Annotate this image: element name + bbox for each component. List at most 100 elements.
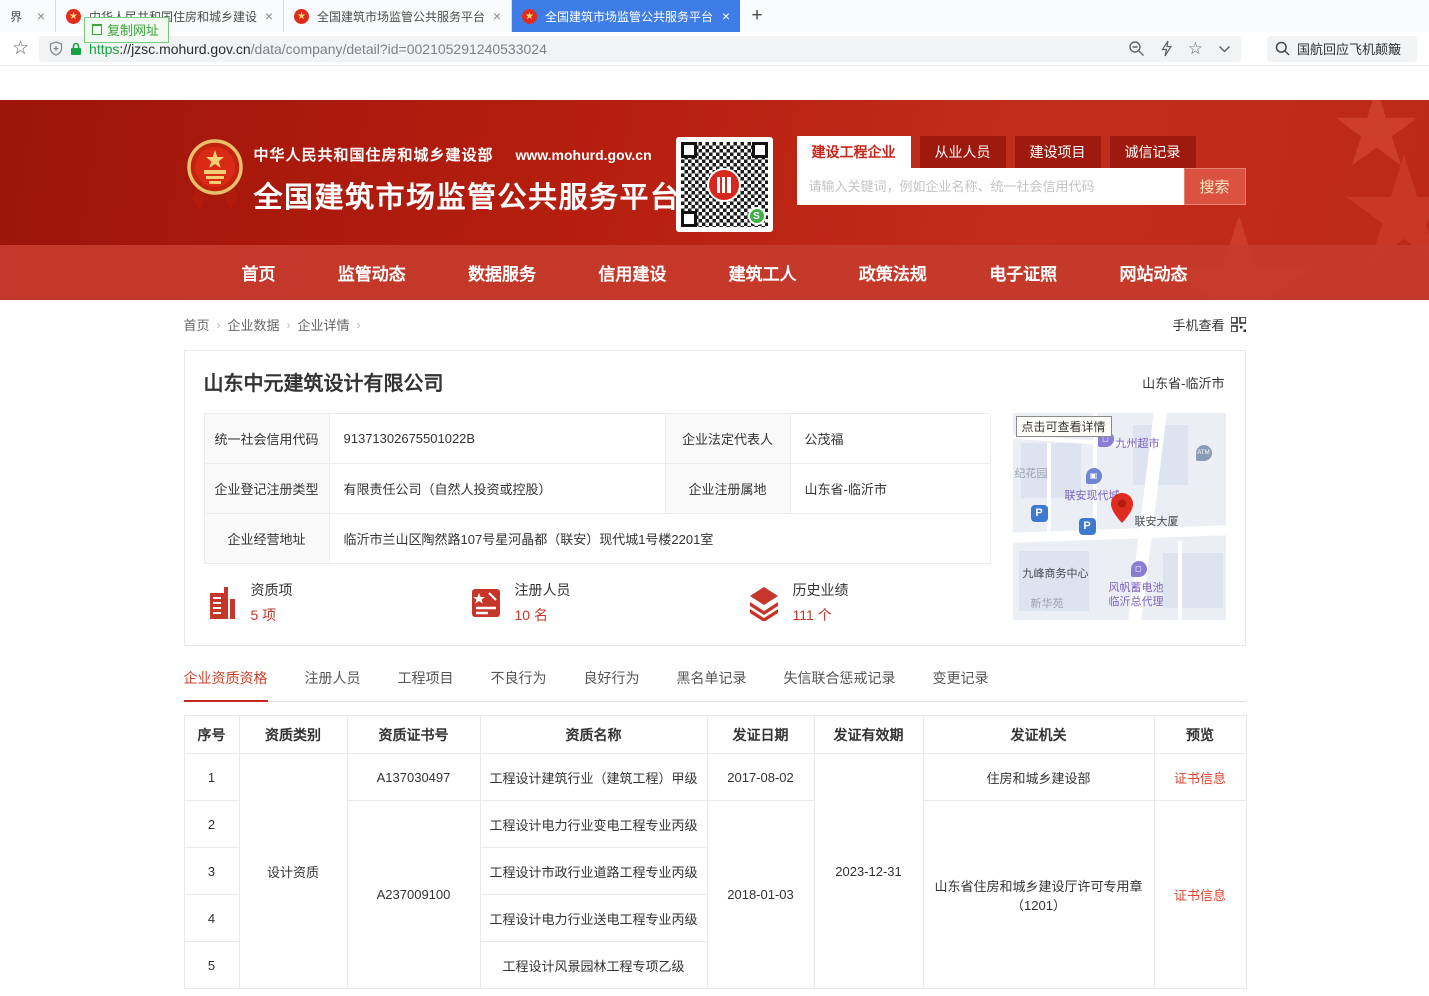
close-icon[interactable]: × — [722, 8, 730, 24]
map-preview[interactable]: 点击可查看详情 ◻ 九州超市 ATM 纪花园 ▣ 联安现代城 联安大厦 P P … — [1013, 413, 1226, 620]
site-hero: 中华人民共和国住房和城乡建设部 www.mohurd.gov.cn 全国建筑市场… — [0, 100, 1429, 300]
quick-search-text: 国航回应飞机颠簸 — [1297, 39, 1401, 58]
search-icon — [1275, 41, 1290, 56]
search-tab-enterprise[interactable]: 建设工程企业 — [797, 136, 911, 168]
registration-region-value: 山东省-临沂市 — [791, 464, 991, 514]
company-info-table: 统一社会信用代码 91371302675501022B 企业法定代表人 公茂福 … — [204, 413, 990, 564]
cell-no: 4 — [184, 895, 239, 942]
qr-finder-icon — [681, 211, 697, 227]
col-header: 发证有效期 — [814, 716, 923, 754]
cell-qualification-name: 工程设计风景园林工程专项乙级 — [480, 942, 707, 989]
col-header: 发证机关 — [923, 716, 1154, 754]
field-label: 企业登记注册类型 — [205, 464, 330, 514]
zoom-out-icon[interactable] — [1128, 40, 1145, 57]
nav-item-e-license[interactable]: 电子证照 — [989, 260, 1057, 285]
tab-good-behavior[interactable]: 良好行为 — [584, 668, 640, 701]
breadcrumb-company-data[interactable]: 企业数据 — [228, 315, 280, 334]
tab-dishonesty-records[interactable]: 失信联合惩戒记录 — [784, 668, 896, 701]
tab-title: 全国建筑市场监管公共服务平台 — [545, 8, 714, 25]
map-label-garden: 纪花园 — [1015, 465, 1048, 481]
mobile-view-button[interactable]: 手机查看 — [1172, 315, 1245, 334]
certificate-info-link[interactable]: 证书信息 — [1174, 771, 1226, 786]
stat-label: 资质项 — [251, 580, 293, 600]
miniprogram-icon: S — [748, 207, 766, 225]
search-button[interactable]: 搜索 — [1184, 168, 1246, 205]
qr-pattern: S — [681, 142, 768, 227]
map-tooltip: 点击可查看详情 — [1016, 416, 1112, 437]
emblem-favicon-icon: ★ — [294, 9, 309, 24]
cell-issue-date: 2018-01-03 — [707, 801, 814, 989]
ministry-url: www.mohurd.gov.cn — [516, 147, 652, 163]
stat-registered-personnel[interactable]: 注册人员 10 名 — [468, 580, 571, 625]
col-header: 发证日期 — [707, 716, 814, 754]
cell-qualification-name: 工程设计市政行业道路工程专业丙级 — [480, 848, 707, 895]
keyword-search-input[interactable] — [797, 168, 1184, 205]
qualification-table: 序号 资质类别 资质证书号 资质名称 发证日期 发证有效期 发证机关 预览 1 … — [184, 715, 1247, 989]
tab-qualifications[interactable]: 企业资质资格 — [184, 668, 268, 702]
close-icon[interactable]: × — [493, 8, 501, 24]
url-path: /data/company/detail?id=0021052912405330… — [251, 41, 547, 57]
col-header: 资质证书号 — [347, 716, 480, 754]
nav-item-data-service[interactable]: 数据服务 — [468, 260, 536, 285]
nav-item-policy[interactable]: 政策法规 — [859, 260, 927, 285]
table-row: 1 设计资质 A137030497 工程设计建筑行业（建筑工程）甲级 2017-… — [184, 754, 1246, 801]
browser-tab-0[interactable]: 界 × — [0, 0, 56, 32]
close-icon[interactable]: × — [37, 8, 45, 24]
map-poi-icon: ▣ — [1086, 468, 1102, 484]
cell-cert-no: A237009100 — [347, 801, 480, 989]
close-icon[interactable]: × — [265, 8, 273, 24]
quick-search-box[interactable]: 国航回应飞机颠簸 — [1267, 36, 1417, 62]
col-header: 资质类别 — [239, 716, 347, 754]
credit-code-value: 91371302675501022B — [330, 414, 666, 464]
nav-item-site-news[interactable]: 网站动态 — [1119, 260, 1187, 285]
tab-projects[interactable]: 工程项目 — [398, 668, 454, 701]
tab-blacklist[interactable]: 黑名单记录 — [677, 668, 747, 701]
search-tab-credit[interactable]: 诚信记录 — [1110, 136, 1196, 168]
chevron-down-icon[interactable] — [1218, 45, 1231, 53]
nav-item-home[interactable]: 首页 — [242, 260, 276, 285]
stat-label: 注册人员 — [515, 580, 571, 600]
table-header-row: 序号 资质类别 资质证书号 资质名称 发证日期 发证有效期 发证机关 预览 — [184, 716, 1246, 754]
tab-bad-behavior[interactable]: 不良行为 — [491, 668, 547, 701]
cell-authority: 山东省住房和城乡建设厅许可专用章 （1201） — [923, 801, 1154, 989]
emblem-favicon-icon: ★ — [66, 9, 81, 24]
map-block — [1163, 553, 1223, 608]
browser-tab-active[interactable]: ★ 全国建筑市场监管公共服务平台 × — [512, 0, 740, 32]
tab-registered-personnel[interactable]: 注册人员 — [305, 668, 361, 701]
nav-item-supervision[interactable]: 监管动态 — [338, 260, 406, 285]
cell-no: 1 — [184, 754, 239, 801]
field-label: 统一社会信用代码 — [205, 414, 330, 464]
page-top-gap — [0, 66, 1429, 100]
lightning-icon[interactable] — [1160, 40, 1173, 57]
search-tab-personnel[interactable]: 从业人员 — [920, 136, 1006, 168]
breadcrumb: 首页 › 企业数据 › 企业详情 › 手机查看 — [184, 315, 1246, 334]
cell-qualification-name: 工程设计建筑行业（建筑工程）甲级 — [480, 754, 707, 801]
breadcrumb-home[interactable]: 首页 — [184, 315, 210, 334]
bookmark-star-icon[interactable]: ☆ — [12, 37, 29, 60]
new-tab-button[interactable]: + — [740, 0, 774, 32]
url-field[interactable]: https://jzsc.mohurd.gov.cn/data/company/… — [39, 36, 1241, 62]
stat-qualifications[interactable]: 资质项 5 项 — [204, 580, 293, 625]
breadcrumb-separator: › — [357, 318, 361, 332]
browser-tab-2[interactable]: ★ 全国建筑市场监管公共服务平台 × — [284, 0, 512, 32]
company-name: 山东中元建筑设计有限公司 — [204, 367, 1226, 396]
parking-icon: P — [1031, 505, 1048, 522]
certificate-info-link[interactable]: 证书信息 — [1174, 888, 1226, 903]
search-tab-project[interactable]: 建设项目 — [1015, 136, 1101, 168]
parking-icon: P — [1079, 518, 1096, 535]
map-pin-icon — [1111, 493, 1133, 523]
stat-value: 111 个 — [793, 605, 849, 625]
cell-no: 5 — [184, 942, 239, 989]
nav-item-workers[interactable]: 建筑工人 — [729, 260, 797, 285]
tab-change-records[interactable]: 变更记录 — [933, 668, 989, 701]
lock-icon — [70, 42, 82, 56]
cell-no: 3 — [184, 848, 239, 895]
copy-url-tooltip: 复制网址 — [84, 17, 169, 43]
breadcrumb-company-detail[interactable]: 企业详情 — [298, 315, 350, 334]
building-icon — [204, 585, 240, 621]
map-road — [1013, 525, 1226, 543]
star-icon[interactable]: ☆ — [1188, 39, 1203, 59]
stat-value: 5 项 — [251, 605, 293, 625]
nav-item-credit[interactable]: 信用建设 — [598, 260, 666, 285]
stat-historical-performance[interactable]: 历史业绩 111 个 — [746, 580, 849, 625]
